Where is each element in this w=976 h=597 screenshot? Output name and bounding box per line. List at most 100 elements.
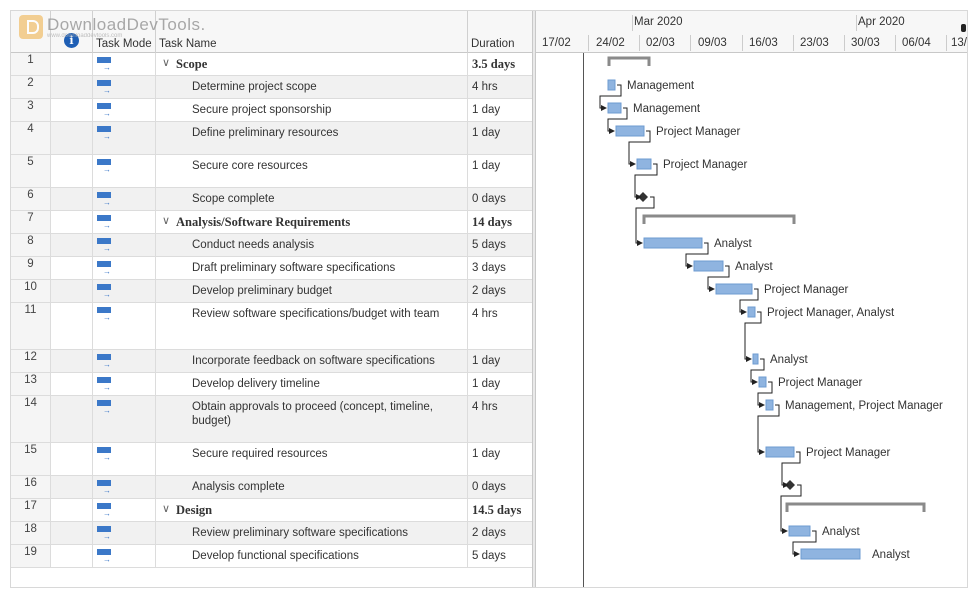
task-name-cell[interactable]: Conduct needs analysis [156,234,468,256]
task-mode-cell[interactable]: → [93,257,156,279]
task-row[interactable]: 15 → Secure required resources 1 day [11,443,532,476]
row-number[interactable]: 1 [11,53,51,75]
indicator-cell[interactable] [51,99,93,121]
duration-cell[interactable]: 1 day [468,122,532,154]
task-name-cell[interactable]: Scope complete [156,188,468,210]
task-bar[interactable] [765,399,774,411]
duration-cell[interactable]: 1 day [468,350,532,372]
task-mode-cell[interactable]: → [93,522,156,544]
task-mode-cell[interactable]: → [93,350,156,372]
collapse-chevron-icon[interactable]: ∨ [162,502,170,515]
task-name-cell[interactable]: Secure core resources [156,155,468,187]
row-number[interactable]: 7 [11,211,51,233]
task-mode-cell[interactable]: → [93,443,156,475]
task-name-cell[interactable]: Draft preliminary software specification… [156,257,468,279]
task-name-cell[interactable]: Obtain approvals to proceed (concept, ti… [156,396,468,442]
collapse-chevron-icon[interactable]: ∨ [162,56,170,69]
duration-header[interactable]: Duration [468,11,532,53]
row-number-header[interactable] [11,11,51,53]
duration-cell[interactable]: 5 days [468,234,532,256]
task-row[interactable]: 6 → Scope complete 0 days [11,188,532,211]
task-mode-cell[interactable]: → [93,499,156,521]
task-row[interactable]: 3 → Secure project sponsorship 1 day [11,99,532,122]
task-bar[interactable] [615,125,645,137]
dependency-link[interactable] [780,484,802,534]
task-name-cell[interactable]: Review preliminary software specificatio… [156,522,468,544]
dependency-link[interactable] [744,311,762,362]
indicator-cell[interactable] [51,53,93,75]
summary-task-row[interactable]: 17 → ∨ Design 14.5 days [11,499,532,522]
task-mode-cell[interactable]: → [93,373,156,395]
duration-cell[interactable]: 1 day [468,155,532,187]
duration-cell[interactable]: 3.5 days [468,53,532,75]
task-mode-cell[interactable]: → [93,53,156,75]
indicator-cell[interactable] [51,257,93,279]
row-number[interactable]: 11 [11,303,51,349]
indicator-cell[interactable] [51,396,93,442]
duration-cell[interactable]: 14.5 days [468,499,532,521]
indicator-cell[interactable] [51,280,93,302]
task-mode-cell[interactable]: → [93,234,156,256]
task-mode-cell[interactable]: → [93,155,156,187]
indicator-cell[interactable] [51,188,93,210]
task-mode-cell[interactable]: → [93,188,156,210]
row-number[interactable]: 5 [11,155,51,187]
row-number[interactable]: 13 [11,373,51,395]
row-number[interactable]: 18 [11,522,51,544]
row-number[interactable]: 8 [11,234,51,256]
task-mode-cell[interactable]: → [93,396,156,442]
row-number[interactable]: 10 [11,280,51,302]
task-mode-cell[interactable]: → [93,211,156,233]
indicator-cell[interactable] [51,211,93,233]
row-number[interactable]: 16 [11,476,51,498]
task-mode-cell[interactable]: → [93,303,156,349]
task-row[interactable]: 13 → Develop delivery timeline 1 day [11,373,532,396]
indicator-cell[interactable] [51,350,93,372]
task-bar[interactable] [788,525,811,537]
task-mode-cell[interactable]: → [93,76,156,98]
task-mode-cell[interactable]: → [93,122,156,154]
task-bar[interactable] [715,283,753,295]
task-row[interactable]: 4 → Define preliminary resources 1 day [11,122,532,155]
task-name-cell[interactable]: ∨ Analysis/Software Requirements [156,211,468,233]
task-name-cell[interactable]: ∨ Scope [156,53,468,75]
task-mode-cell[interactable]: → [93,280,156,302]
indicator-cell[interactable] [51,476,93,498]
task-mode-cell[interactable]: → [93,476,156,498]
row-number[interactable]: 4 [11,122,51,154]
indicator-cell[interactable] [51,122,93,154]
duration-cell[interactable]: 14 days [468,211,532,233]
duration-cell[interactable]: 1 day [468,99,532,121]
duration-cell[interactable]: 1 day [468,443,532,475]
task-row[interactable]: 2 → Determine project scope 4 hrs [11,76,532,99]
row-number[interactable]: 2 [11,76,51,98]
duration-cell[interactable]: 0 days [468,476,532,498]
task-row[interactable]: 11 → Review software specifications/budget… [11,303,532,350]
summary-task-row[interactable]: 7 → ∨ Analysis/Software Requirements 14 days [11,211,532,234]
task-row[interactable]: 14 → Obtain approvals to proceed (concept,… [11,396,532,443]
task-row[interactable]: 19 → Develop functional specifications 5 da… [11,545,532,568]
task-name-cell[interactable]: Determine project scope [156,76,468,98]
task-mode-cell[interactable]: → [93,545,156,567]
summary-bar[interactable] [642,214,796,224]
summary-bar[interactable] [607,56,651,66]
task-row[interactable]: 16 → Analysis complete 0 days [11,476,532,499]
task-bar[interactable] [607,79,616,91]
task-row[interactable]: 12 → Incorporate feedback on software spec… [11,350,532,373]
task-bar[interactable] [643,237,703,249]
row-number[interactable]: 12 [11,350,51,372]
summary-task-row[interactable]: 1 → ∨ Scope 3.5 days [11,53,532,76]
task-mode-cell[interactable]: → [93,99,156,121]
task-name-cell[interactable]: Analysis complete [156,476,468,498]
duration-cell[interactable]: 3 days [468,257,532,279]
indicator-cell[interactable] [51,443,93,475]
collapse-chevron-icon[interactable]: ∨ [162,214,170,227]
duration-cell[interactable]: 4 hrs [468,76,532,98]
task-row[interactable]: 10 → Develop preliminary budget 2 days [11,280,532,303]
task-row[interactable]: 8 → Conduct needs analysis 5 days [11,234,532,257]
indicator-cell[interactable] [51,234,93,256]
indicator-cell[interactable] [51,499,93,521]
summary-bar[interactable] [785,502,926,512]
duration-cell[interactable]: 1 day [468,373,532,395]
duration-cell[interactable]: 4 hrs [468,396,532,442]
